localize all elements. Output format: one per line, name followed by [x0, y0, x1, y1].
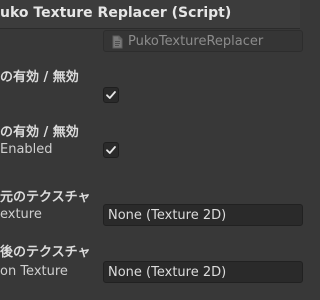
enable-checkbox-1[interactable]: [103, 87, 119, 103]
source-texture-value: None (Texture 2D): [108, 207, 227, 223]
section-title-replacement-texture: 後のテクスチャ: [0, 245, 91, 260]
source-texture-field[interactable]: None (Texture 2D): [103, 204, 303, 226]
script-file-icon: [110, 34, 124, 49]
component-header[interactable]: uko Texture Replacer (Script): [0, 0, 300, 29]
replacement-texture-label: on Texture: [0, 264, 68, 279]
enabled-label: Enabled: [0, 142, 53, 157]
script-name: PukoTextureReplacer: [128, 33, 264, 49]
component-title: uko Texture Replacer (Script): [0, 5, 232, 21]
script-field: PukoTextureReplacer: [103, 30, 303, 52]
section-title-source-texture: 元のテクスチャ: [0, 190, 91, 205]
enabled-checkbox[interactable]: [103, 142, 119, 158]
checkmark-icon: [106, 146, 116, 154]
section-title-enable-2: の有効 / 無効: [0, 125, 79, 140]
checkmark-icon: [106, 91, 116, 99]
section-title-enable-1: の有効 / 無効: [0, 70, 79, 85]
source-texture-label: exture: [0, 207, 42, 222]
inspector-panel: uko Texture Replacer (Script) PukoTextur…: [0, 0, 303, 300]
replacement-texture-value: None (Texture 2D): [108, 264, 227, 280]
replacement-texture-field[interactable]: None (Texture 2D): [103, 261, 303, 283]
